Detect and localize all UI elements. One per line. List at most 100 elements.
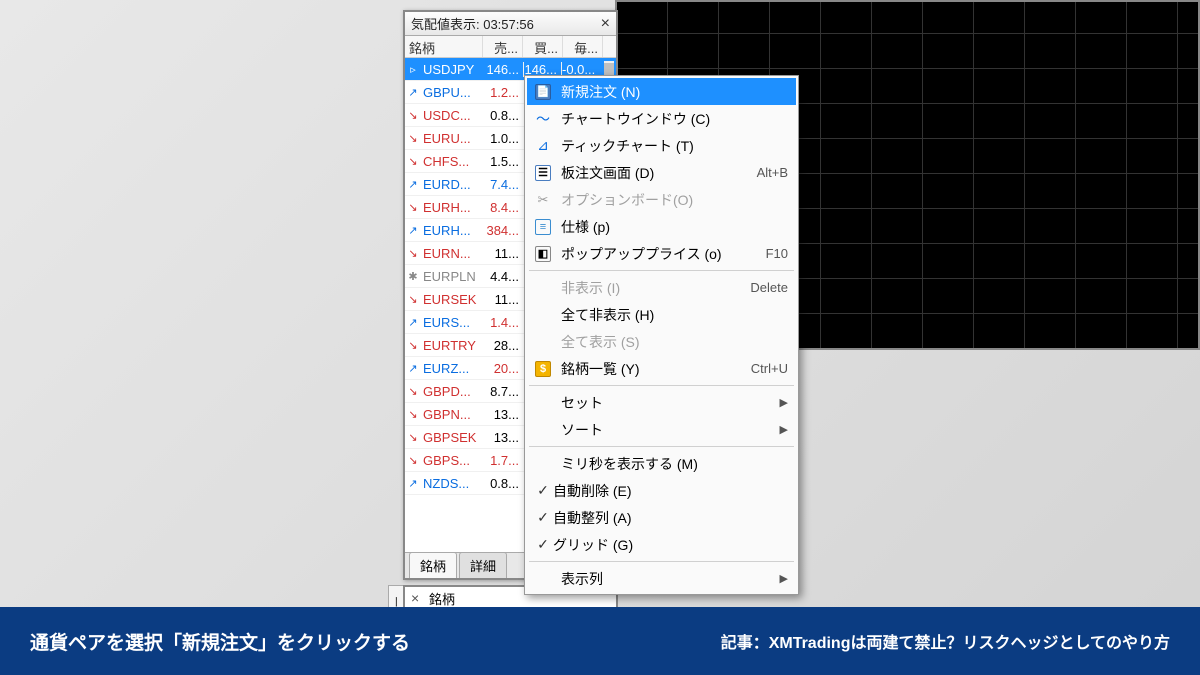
- bid-value: 11...: [483, 292, 523, 307]
- menu-columns[interactable]: 表示列 ▶: [527, 565, 796, 592]
- symbol-name: EURH...: [421, 200, 483, 215]
- separator: [529, 385, 794, 386]
- trend-arrow-icon: ↘: [405, 385, 421, 398]
- menu-symbol-list[interactable]: $ 銘柄一覧 (Y) Ctrl+U: [527, 355, 796, 382]
- menu-show-ms[interactable]: ミリ秒を表示する (M): [527, 450, 796, 477]
- symbol-name: NZDS...: [421, 476, 483, 491]
- menu-hide: 非表示 (I) Delete: [527, 274, 796, 301]
- bid-value: 20...: [483, 361, 523, 376]
- header-ask[interactable]: 買...: [523, 36, 563, 57]
- header-symbol[interactable]: 銘柄: [405, 36, 483, 57]
- symbol-name: EURZ...: [421, 361, 483, 376]
- tick-chart-icon: ⊿: [533, 136, 553, 156]
- symbol-name: GBPSEK: [421, 430, 483, 445]
- bid-value: 0.8...: [483, 476, 523, 491]
- chart-icon: 〜: [533, 109, 553, 129]
- trend-arrow-icon: ↗: [405, 178, 421, 191]
- symbol-name: GBPD...: [421, 384, 483, 399]
- menu-show-all: 全て表示 (S): [527, 328, 796, 355]
- tab-detail[interactable]: 詳細: [459, 552, 507, 578]
- trend-arrow-icon: ↗: [405, 316, 421, 329]
- bid-value: 1.5...: [483, 154, 523, 169]
- separator: [529, 561, 794, 562]
- window-title: 気配値表示: 03:57:56: [411, 14, 534, 33]
- trend-arrow-icon: ↘: [405, 201, 421, 214]
- symbol-name: EURTRY: [421, 338, 483, 353]
- menu-tick-chart[interactable]: ⊿ ティックチャート (T): [527, 132, 796, 159]
- symbol-name: EURD...: [421, 177, 483, 192]
- check-icon: ✓: [533, 482, 553, 499]
- bid-value: 7.4...: [483, 177, 523, 192]
- instruction-banner: 通貨ペアを選択「新規注文」をクリックする 記事：XMTradingは両建て禁止？…: [0, 607, 1200, 675]
- menu-sort[interactable]: ソート ▶: [527, 416, 796, 443]
- bid-value: 1.7...: [483, 453, 523, 468]
- symbol-name: EURPLN: [421, 269, 483, 284]
- close-icon[interactable]: ×: [601, 16, 610, 32]
- separator: [529, 270, 794, 271]
- option-icon: ✂: [533, 190, 553, 210]
- chevron-right-icon: ▶: [780, 423, 788, 436]
- bid-value: 1.0...: [483, 131, 523, 146]
- trend-arrow-icon: ↘: [405, 408, 421, 421]
- symbol-name: EURSEK: [421, 292, 483, 307]
- board-icon: ☰: [533, 163, 553, 183]
- chevron-right-icon: ▶: [780, 396, 788, 409]
- chevron-right-icon: ▶: [780, 572, 788, 585]
- trend-arrow-icon: ↘: [405, 339, 421, 352]
- bid-value: 8.4...: [483, 200, 523, 215]
- bid-value: 1.4...: [483, 315, 523, 330]
- window-titlebar[interactable]: 気配値表示: 03:57:56 ×: [405, 12, 616, 36]
- menu-auto-align[interactable]: ✓ 自動整列 (A): [527, 504, 796, 531]
- symbol-name: GBPU...: [421, 85, 483, 100]
- banner-left-text: 通貨ペアを選択「新規注文」をクリックする: [30, 628, 410, 655]
- separator: [529, 446, 794, 447]
- symbol-name: USDC...: [421, 108, 483, 123]
- bid-value: 13...: [483, 407, 523, 422]
- symbol-list-icon: $: [533, 359, 553, 379]
- new-order-icon: 📄: [533, 82, 553, 102]
- trend-arrow-icon: ↗: [405, 477, 421, 490]
- column-headers[interactable]: 銘柄 売... 買... 毎...: [405, 36, 616, 58]
- menu-option-board: ✂ オプションボード(O): [527, 186, 796, 213]
- bid-value: 384...: [483, 223, 523, 238]
- bid-value: 146...: [483, 62, 523, 77]
- trend-arrow-icon: ↗: [405, 86, 421, 99]
- menu-grid[interactable]: ✓ グリッド (G): [527, 531, 796, 558]
- trend-arrow-icon: ↘: [405, 109, 421, 122]
- spec-icon: ≡: [533, 217, 553, 237]
- trend-arrow-icon: ↘: [405, 454, 421, 467]
- tab-symbols[interactable]: 銘柄: [409, 552, 457, 578]
- menu-hide-all[interactable]: 全て非表示 (H): [527, 301, 796, 328]
- header-bid[interactable]: 売...: [483, 36, 523, 57]
- menu-new-order[interactable]: 📄 新規注文 (N): [527, 78, 796, 105]
- symbol-name: GBPN...: [421, 407, 483, 422]
- popup-icon: ◧: [533, 244, 553, 264]
- symbol-name: EURH...: [421, 223, 483, 238]
- trend-arrow-icon: ↗: [405, 362, 421, 375]
- header-spread[interactable]: 毎...: [563, 36, 603, 57]
- trend-arrow-icon: ↘: [405, 155, 421, 168]
- bid-value: 8.7...: [483, 384, 523, 399]
- check-icon: ✓: [533, 509, 553, 526]
- symbol-name: EURN...: [421, 246, 483, 261]
- trend-arrow-icon: ↘: [405, 431, 421, 444]
- bid-value: 11...: [483, 246, 523, 261]
- trend-arrow-icon: ▹: [405, 63, 421, 76]
- bid-value: 1.2...: [483, 85, 523, 100]
- symbol-name: EURS...: [421, 315, 483, 330]
- close-icon[interactable]: ×: [411, 590, 419, 606]
- menu-specification[interactable]: ≡ 仕様 (p): [527, 213, 796, 240]
- bid-value: 13...: [483, 430, 523, 445]
- trend-arrow-icon: ↘: [405, 247, 421, 260]
- bid-value: 4.4...: [483, 269, 523, 284]
- trend-arrow-icon: ✱: [405, 270, 421, 283]
- symbol-name: EURU...: [421, 131, 483, 146]
- symbol-name: CHFS...: [421, 154, 483, 169]
- menu-set[interactable]: セット ▶: [527, 389, 796, 416]
- bid-value: 28...: [483, 338, 523, 353]
- trend-arrow-icon: ↗: [405, 224, 421, 237]
- menu-chart-window[interactable]: 〜 チャートウインドウ (C): [527, 105, 796, 132]
- menu-board-order[interactable]: ☰ 板注文画面 (D) Alt+B: [527, 159, 796, 186]
- menu-popup-prices[interactable]: ◧ ポップアッププライス (o) F10: [527, 240, 796, 267]
- menu-auto-delete[interactable]: ✓ 自動削除 (E): [527, 477, 796, 504]
